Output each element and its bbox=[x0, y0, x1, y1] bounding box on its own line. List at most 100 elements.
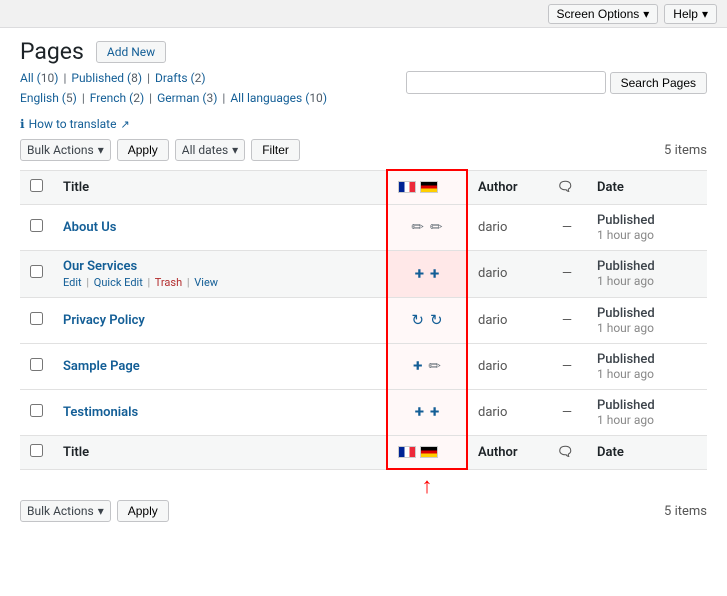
bulk-actions-dropdown[interactable]: Bulk Actions ▾ bbox=[20, 139, 111, 161]
search-box: Search Pages bbox=[406, 71, 707, 94]
filter-german[interactable]: German (3) bbox=[157, 91, 217, 105]
fr-plus-icon[interactable]: + bbox=[415, 402, 424, 422]
search-input[interactable] bbox=[406, 71, 606, 94]
row-translation-cell: + ✏ bbox=[387, 343, 467, 389]
row-date-cell: Published 1 hour ago bbox=[587, 343, 707, 389]
select-all-header bbox=[20, 170, 53, 204]
main-content: Pages Add New All (10) | Published (8) |… bbox=[0, 28, 727, 596]
fr-plus-icon[interactable]: + bbox=[413, 356, 422, 376]
row-title-cell: Sample Page bbox=[53, 343, 387, 389]
row-title-cell: Our Services Edit | Quick Edit | Trash |… bbox=[53, 250, 387, 297]
help-button[interactable]: Help ▾ bbox=[664, 4, 717, 24]
de-plus-icon[interactable]: + bbox=[430, 402, 439, 422]
title-header[interactable]: Title bbox=[53, 170, 387, 204]
row-date-cell: Published 1 hour ago bbox=[587, 204, 707, 250]
comment-header: 🗨 bbox=[547, 170, 587, 204]
comment-icon-footer: 🗨 bbox=[557, 445, 574, 460]
trash-link[interactable]: Trash bbox=[155, 276, 182, 289]
quick-edit-link[interactable]: Quick Edit bbox=[94, 276, 143, 289]
de-pencil-icon[interactable]: ✏ bbox=[430, 218, 443, 236]
language-filter-bar: English (5) | French (2) | German (3) | … bbox=[20, 91, 327, 105]
items-count-top: 5 items bbox=[664, 143, 707, 158]
row-checkbox-cell bbox=[20, 389, 53, 435]
german-flag-footer bbox=[420, 446, 438, 458]
select-all-checkbox[interactable] bbox=[30, 179, 43, 192]
apply-button-bottom[interactable]: Apply bbox=[117, 500, 169, 522]
dates-dropdown[interactable]: All dates ▾ bbox=[175, 139, 245, 161]
page-title-link[interactable]: About Us bbox=[63, 220, 116, 235]
page-title-link[interactable]: Privacy Policy bbox=[63, 313, 145, 328]
page-title-link[interactable]: Testimonials bbox=[63, 405, 138, 420]
row-author-cell: dario bbox=[467, 204, 547, 250]
filter-button[interactable]: Filter bbox=[251, 139, 300, 161]
bulk-actions-dropdown-bottom[interactable]: Bulk Actions ▾ bbox=[20, 500, 111, 522]
row-checkbox[interactable] bbox=[30, 358, 43, 371]
bulk-actions-chevron: ▾ bbox=[98, 143, 104, 157]
row-checkbox[interactable] bbox=[30, 219, 43, 232]
help-label: Help bbox=[673, 7, 698, 21]
table-header-row: Title Author 🗨 Date bbox=[20, 170, 707, 204]
filter-english[interactable]: English (5) bbox=[20, 91, 77, 105]
bulk-actions-bottom-chevron: ▾ bbox=[98, 504, 104, 518]
row-author-cell: dario bbox=[467, 389, 547, 435]
filter-all-languages[interactable]: All languages (10) bbox=[230, 91, 327, 105]
row-title-cell: Testimonials bbox=[53, 389, 387, 435]
screen-options-label: Screen Options bbox=[557, 7, 640, 21]
row-comment-cell: — bbox=[547, 343, 587, 389]
info-icon: ℹ bbox=[20, 117, 25, 131]
de-pencil-icon[interactable]: ✏ bbox=[428, 357, 441, 375]
page-title-link[interactable]: Sample Page bbox=[63, 359, 140, 374]
row-title-cell: Privacy Policy bbox=[53, 297, 387, 343]
how-to-translate-link[interactable]: ℹ How to translate ↗ bbox=[20, 117, 707, 131]
view-link[interactable]: View bbox=[194, 276, 218, 289]
table-row: Privacy Policy ↻ ↻ dario — Published 1 h… bbox=[20, 297, 707, 343]
title-footer: Title bbox=[53, 435, 387, 469]
table-row: Sample Page + ✏ dario — Published 1 hour… bbox=[20, 343, 707, 389]
page-title: Pages bbox=[20, 38, 84, 65]
fr-plus-icon[interactable]: + bbox=[415, 264, 424, 284]
row-translation-cell: ↻ ↻ bbox=[387, 297, 467, 343]
table-footer-row: Title ↑ Author 🗨 Date bbox=[20, 435, 707, 469]
de-plus-icon[interactable]: + bbox=[430, 264, 439, 284]
row-date-cell: Published 1 hour ago bbox=[587, 250, 707, 297]
filter-french[interactable]: French (2) bbox=[90, 91, 144, 105]
screen-options-button[interactable]: Screen Options ▾ bbox=[548, 4, 659, 24]
add-new-button[interactable]: Add New bbox=[96, 41, 166, 63]
tablenav-left: Bulk Actions ▾ Apply All dates ▾ Filter bbox=[20, 139, 300, 161]
row-comment-cell: — bbox=[547, 204, 587, 250]
fr-sync-icon[interactable]: ↻ bbox=[411, 311, 424, 329]
screen-options-chevron: ▾ bbox=[643, 7, 649, 21]
top-tablenav: Bulk Actions ▾ Apply All dates ▾ Filter … bbox=[20, 139, 707, 161]
edit-link[interactable]: Edit bbox=[63, 276, 82, 289]
help-chevron: ▾ bbox=[702, 7, 708, 21]
status-filter-bar: All (10) | Published (8) | Drafts (2) bbox=[20, 71, 327, 85]
row-checkbox-cell bbox=[20, 250, 53, 297]
flags-header bbox=[387, 170, 467, 204]
apply-button-top[interactable]: Apply bbox=[117, 139, 169, 161]
row-date-cell: Published 1 hour ago bbox=[587, 297, 707, 343]
dates-chevron: ▾ bbox=[232, 143, 238, 157]
filter-drafts[interactable]: Drafts (2) bbox=[155, 71, 206, 85]
french-flag-header bbox=[398, 181, 416, 193]
table-row: Testimonials + + dario — Published 1 hou… bbox=[20, 389, 707, 435]
row-checkbox[interactable] bbox=[30, 312, 43, 325]
pages-table: Title Author 🗨 Date A bbox=[20, 169, 707, 470]
search-pages-button[interactable]: Search Pages bbox=[610, 72, 707, 94]
external-link-icon: ↗ bbox=[120, 118, 129, 131]
top-bar: Screen Options ▾ Help ▾ bbox=[0, 0, 727, 28]
bottom-tablenav: Bulk Actions ▾ Apply 5 items bbox=[20, 500, 707, 522]
date-header: Date bbox=[587, 170, 707, 204]
filter-published[interactable]: Published (8) bbox=[71, 71, 142, 85]
row-title-cell: About Us bbox=[53, 204, 387, 250]
select-all-footer-checkbox[interactable] bbox=[30, 444, 43, 457]
de-sync-icon[interactable]: ↻ bbox=[430, 311, 443, 329]
page-title-link[interactable]: Our Services bbox=[63, 259, 137, 274]
filter-all[interactable]: All (10) bbox=[20, 71, 58, 85]
fr-pencil-icon[interactable]: ✏ bbox=[411, 218, 424, 236]
flags-footer: ↑ bbox=[387, 435, 467, 469]
row-checkbox[interactable] bbox=[30, 404, 43, 417]
row-checkbox[interactable] bbox=[30, 265, 43, 278]
bottom-tablenav-left: Bulk Actions ▾ Apply bbox=[20, 500, 169, 522]
page-header: Pages Add New bbox=[20, 38, 707, 65]
row-translation-cell: ✏ ✏ bbox=[387, 204, 467, 250]
